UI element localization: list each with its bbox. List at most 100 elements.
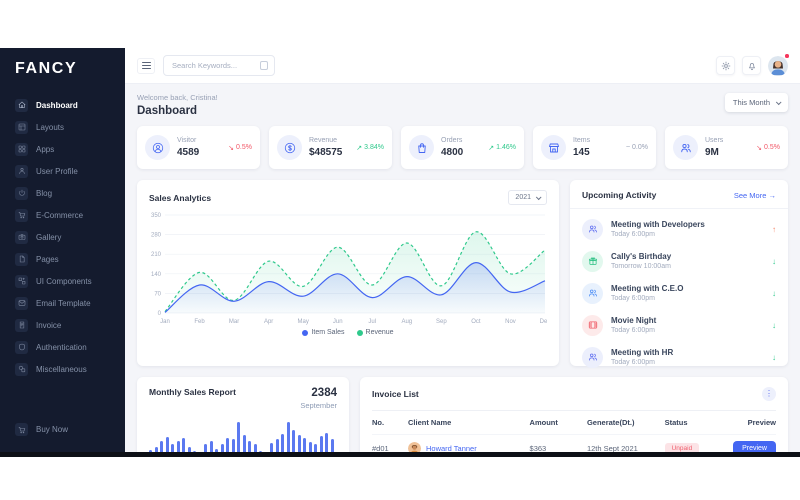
- stat-card-revenue: Revenue$48575↗3.84%: [269, 126, 392, 169]
- activity-time: Today 6:00pm: [611, 295, 764, 302]
- bar: [270, 443, 273, 452]
- users2-icon: [673, 135, 698, 160]
- period-label: This Month: [733, 98, 770, 107]
- client-avatar: [408, 442, 421, 452]
- home-icon: [15, 99, 28, 112]
- trend-down-icon: ↘: [228, 144, 234, 152]
- bar: [226, 438, 229, 452]
- bar: [221, 444, 224, 452]
- bar: [276, 439, 279, 452]
- stat-label: Users: [705, 137, 749, 144]
- activity-time: Today 6:00pm: [611, 359, 764, 366]
- stat-value: 4589: [177, 147, 221, 158]
- sidebar-item-user-profile[interactable]: User Profile: [0, 160, 125, 182]
- activity-item-cally-s-birthday[interactable]: Cally's BirthdayTomorrow 10:00am↓: [570, 245, 788, 277]
- auth-icon: [15, 341, 28, 354]
- activity-title-text: Movie Night: [611, 316, 764, 325]
- activity-item-meeting-with-c-e-o[interactable]: Meeting with C.E.OToday 6:00pm↓: [570, 277, 788, 309]
- invoice-date: 12th Sept 2021: [587, 444, 665, 452]
- sidebar-item-miscellaneous[interactable]: Miscellaneous: [0, 358, 125, 380]
- search-shortcut-icon: [260, 61, 268, 70]
- search-input[interactable]: [170, 60, 256, 71]
- arrow-down-icon: ↓: [772, 321, 776, 330]
- activity-item-movie-night[interactable]: Movie NightToday 6:00pm↓: [570, 309, 788, 341]
- power-icon: [15, 187, 28, 200]
- sidebar-item-label: UI Components: [36, 277, 92, 286]
- year-select[interactable]: 2021: [508, 190, 547, 205]
- trend-flat-icon: ~: [626, 144, 630, 151]
- bar: [166, 437, 169, 452]
- page-title: Dashboard: [137, 105, 218, 117]
- misc-icon: [15, 363, 28, 376]
- shop-icon: [541, 135, 566, 160]
- buy-now-label: Buy Now: [36, 425, 68, 434]
- users2-icon: [582, 347, 603, 368]
- apps-icon: [15, 143, 28, 156]
- bar: [210, 441, 213, 452]
- invoice-amount: $363: [530, 444, 587, 452]
- bar: [182, 438, 185, 452]
- svg-text:140: 140: [151, 272, 162, 278]
- sidebar-item-email-template[interactable]: Email Template: [0, 292, 125, 314]
- main-area: Welcome back, Cristina! Dashboard This M…: [125, 48, 800, 452]
- sidebar-item-label: Apps: [36, 145, 54, 154]
- user-avatar[interactable]: [768, 56, 788, 76]
- monthly-sales-month: September: [300, 401, 337, 410]
- bar: [320, 436, 323, 452]
- sidebar-item-dashboard[interactable]: Dashboard: [0, 94, 125, 116]
- dashboard-content: Welcome back, Cristina! Dashboard This M…: [125, 84, 800, 452]
- stat-value: 9M: [705, 147, 749, 158]
- svg-text:May: May: [298, 319, 309, 325]
- sales-analytics-title: Sales Analytics: [149, 193, 211, 203]
- bar: [287, 422, 290, 452]
- client-link[interactable]: Howard Tanner: [408, 442, 530, 452]
- svg-text:Mar: Mar: [229, 319, 239, 325]
- legend-item-revenue[interactable]: Revenue: [357, 329, 394, 336]
- stat-card-users: Users9M↘0.5%: [665, 126, 788, 169]
- sidebar-nav: DashboardLayouts Apps User Profile BlogE-Co…: [0, 94, 125, 380]
- bar: [281, 434, 284, 452]
- menu-toggle-icon[interactable]: [137, 58, 155, 74]
- svg-text:70: 70: [154, 291, 161, 297]
- sidebar-item-gallery[interactable]: Gallery: [0, 226, 125, 248]
- stat-label: Orders: [441, 137, 481, 144]
- stat-label: Visitor: [177, 137, 221, 144]
- sidebar-item-invoice[interactable]: Invoice: [0, 314, 125, 336]
- table-row: #d01Howard Tanner$36312th Sept 2021Unpai…: [372, 434, 776, 452]
- welcome-text: Welcome back, Cristina!: [137, 93, 218, 102]
- preview-button[interactable]: Preview: [733, 441, 776, 452]
- activity-title-text: Cally's Birthday: [611, 252, 764, 261]
- bar: [237, 422, 240, 452]
- svg-text:Jul: Jul: [368, 319, 376, 325]
- settings-button[interactable]: [716, 56, 735, 75]
- period-select[interactable]: This Month: [725, 93, 788, 112]
- notifications-button[interactable]: [742, 56, 761, 75]
- stat-label: Revenue: [309, 137, 349, 144]
- column-header-no: No.: [372, 418, 408, 427]
- monthly-bar-chart: [149, 418, 337, 452]
- buy-now-button[interactable]: Buy Now: [0, 415, 125, 452]
- more-options-icon[interactable]: ⋮: [762, 387, 776, 401]
- sidebar-item-ui-components[interactable]: UI Components: [0, 270, 125, 292]
- bottom-row: Monthly Sales Report 2384 September Invo…: [137, 377, 788, 452]
- sidebar-item-blog[interactable]: Blog: [0, 182, 125, 204]
- stat-value: $48575: [309, 147, 349, 158]
- bar: [204, 444, 207, 452]
- sidebar-item-layouts[interactable]: Layouts: [0, 116, 125, 138]
- sidebar-item-apps[interactable]: Apps: [0, 138, 125, 160]
- activity-list: Meeting with DevelopersToday 6:00pm↑Call…: [570, 209, 788, 377]
- bar: [232, 439, 235, 452]
- sales-line-chart: 070140210280350JanFebMarAprMayJunJulAugS…: [149, 209, 547, 327]
- activity-item-meeting-with-hr[interactable]: Meeting with HRToday 6:00pm↓: [570, 341, 788, 373]
- sidebar-item-label: User Profile: [36, 167, 78, 176]
- see-more-link[interactable]: See More →: [734, 191, 776, 200]
- sidebar-item-pages[interactable]: Pages: [0, 248, 125, 270]
- user-icon: [15, 165, 28, 178]
- legend-item-item-sales[interactable]: Item Sales: [302, 329, 344, 336]
- sidebar-item-e-commerce[interactable]: E-Commerce: [0, 204, 125, 226]
- activity-item-meeting-with-developers[interactable]: Meeting with DevelopersToday 6:00pm↑: [570, 213, 788, 245]
- sidebar-item-authentication[interactable]: Authentication: [0, 336, 125, 358]
- bar: [292, 430, 295, 452]
- stat-value: 4800: [441, 147, 481, 158]
- monthly-sales-title: Monthly Sales Report: [149, 387, 236, 397]
